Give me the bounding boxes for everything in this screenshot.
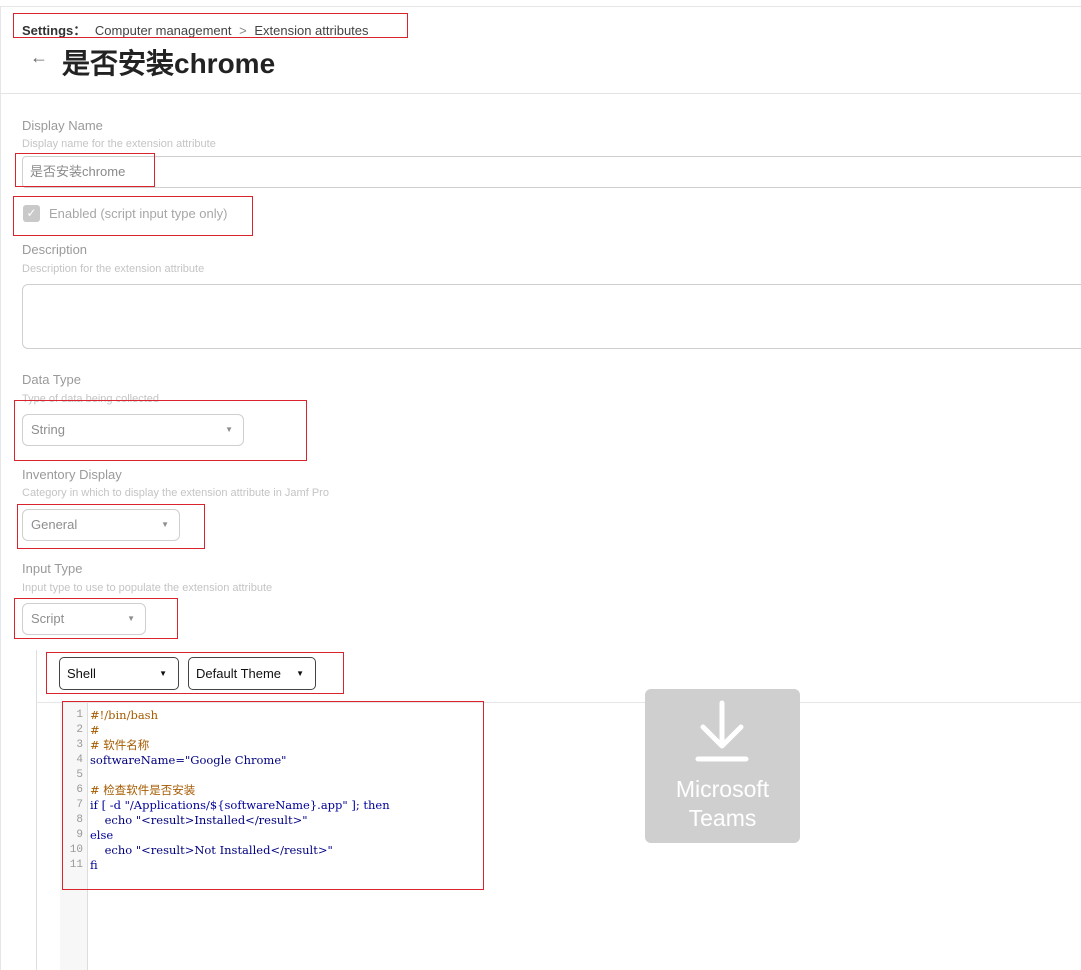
inventory-display-select[interactable]: General ▼ bbox=[22, 509, 180, 541]
breadcrumb-item-extension-attributes[interactable]: Extension attributes bbox=[254, 23, 368, 38]
caret-down-icon: ▼ bbox=[159, 669, 167, 678]
page-title: 是否安装chrome bbox=[62, 48, 276, 79]
code-line: # 软件名称 bbox=[90, 738, 150, 752]
display-name-field[interactable]: 是否安装chrome bbox=[22, 156, 1081, 188]
code-line: echo "<result>Not Installed</result>" bbox=[90, 843, 333, 857]
code-line: if [ -d "/Applications/${softwareName}.a… bbox=[90, 798, 390, 812]
top-border bbox=[0, 6, 1081, 7]
language-value: Shell bbox=[67, 666, 96, 681]
download-icon bbox=[695, 700, 749, 762]
input-type-label: Input Type bbox=[22, 561, 83, 576]
chevron-right-icon: > bbox=[239, 23, 247, 38]
display-name-label: Display Name bbox=[22, 118, 103, 133]
left-border bbox=[0, 6, 1, 970]
data-type-label: Data Type bbox=[22, 372, 82, 387]
line-number: 5 bbox=[76, 769, 83, 781]
line-number: 7 bbox=[76, 799, 83, 811]
caret-down-icon: ▼ bbox=[161, 520, 169, 529]
data-type-help: Type of data being collected bbox=[22, 393, 159, 405]
code-line: else bbox=[90, 828, 114, 842]
display-name-help: Display name for the extension attribute bbox=[22, 138, 216, 150]
editor-left-border bbox=[36, 650, 37, 970]
arrow-left-icon[interactable]: ← bbox=[30, 47, 48, 68]
breadcrumb-item-computer-management[interactable]: Computer management bbox=[95, 23, 232, 38]
code-line: #!/bin/bash bbox=[90, 708, 158, 722]
data-type-value: String bbox=[31, 422, 65, 437]
theme-value: Default Theme bbox=[196, 666, 282, 681]
description-textarea[interactable] bbox=[22, 284, 1081, 349]
description-help: Description for the extension attribute bbox=[22, 263, 205, 275]
line-number: 1 bbox=[76, 709, 83, 721]
language-select[interactable]: Shell ▼ bbox=[59, 657, 179, 690]
code-line: fi bbox=[90, 858, 98, 872]
input-type-value: Script bbox=[31, 611, 65, 626]
inventory-display-label: Inventory Display bbox=[22, 467, 122, 482]
line-number: 9 bbox=[76, 829, 83, 841]
inventory-display-help: Category in which to display the extensi… bbox=[22, 487, 329, 499]
line-number: 10 bbox=[69, 844, 83, 856]
line-number: 8 bbox=[76, 814, 83, 826]
line-number: 11 bbox=[69, 859, 83, 871]
line-number: 3 bbox=[76, 739, 83, 751]
line-number: 6 bbox=[76, 784, 83, 796]
breadcrumb-root[interactable]: Settings： bbox=[22, 23, 86, 38]
caret-down-icon: ▼ bbox=[127, 614, 135, 623]
description-label: Description bbox=[22, 242, 88, 257]
code-line: # bbox=[90, 723, 100, 737]
input-type-help: Input type to use to populate the extens… bbox=[22, 582, 273, 594]
code-line: echo "<result>Installed</result>" bbox=[90, 813, 308, 827]
caret-down-icon: ▼ bbox=[296, 669, 304, 678]
enabled-checkbox[interactable]: ✓ bbox=[23, 205, 40, 222]
code-line: softwareName="Google Chrome" bbox=[90, 753, 287, 767]
breadcrumb: Settings： Computer management > Extensio… bbox=[22, 20, 369, 39]
editor-toolbar-divider bbox=[36, 702, 1081, 703]
line-number: 4 bbox=[76, 754, 83, 766]
code-line: # 检查软件是否安装 bbox=[90, 783, 196, 797]
header-divider bbox=[0, 93, 1081, 94]
data-type-select[interactable]: String ▼ bbox=[22, 414, 244, 446]
theme-select[interactable]: Default Theme ▼ bbox=[188, 657, 316, 690]
line-number: 2 bbox=[76, 724, 83, 736]
teams-download-tile[interactable]: Microsoft Teams bbox=[645, 689, 800, 843]
caret-down-icon: ▼ bbox=[225, 425, 233, 434]
teams-tile-line2: Teams bbox=[688, 805, 757, 831]
inventory-display-value: General bbox=[31, 517, 78, 532]
input-type-select[interactable]: Script ▼ bbox=[22, 603, 146, 635]
enabled-checkbox-label: Enabled (script input type only) bbox=[49, 206, 228, 221]
teams-tile-line1: Microsoft bbox=[675, 776, 770, 802]
